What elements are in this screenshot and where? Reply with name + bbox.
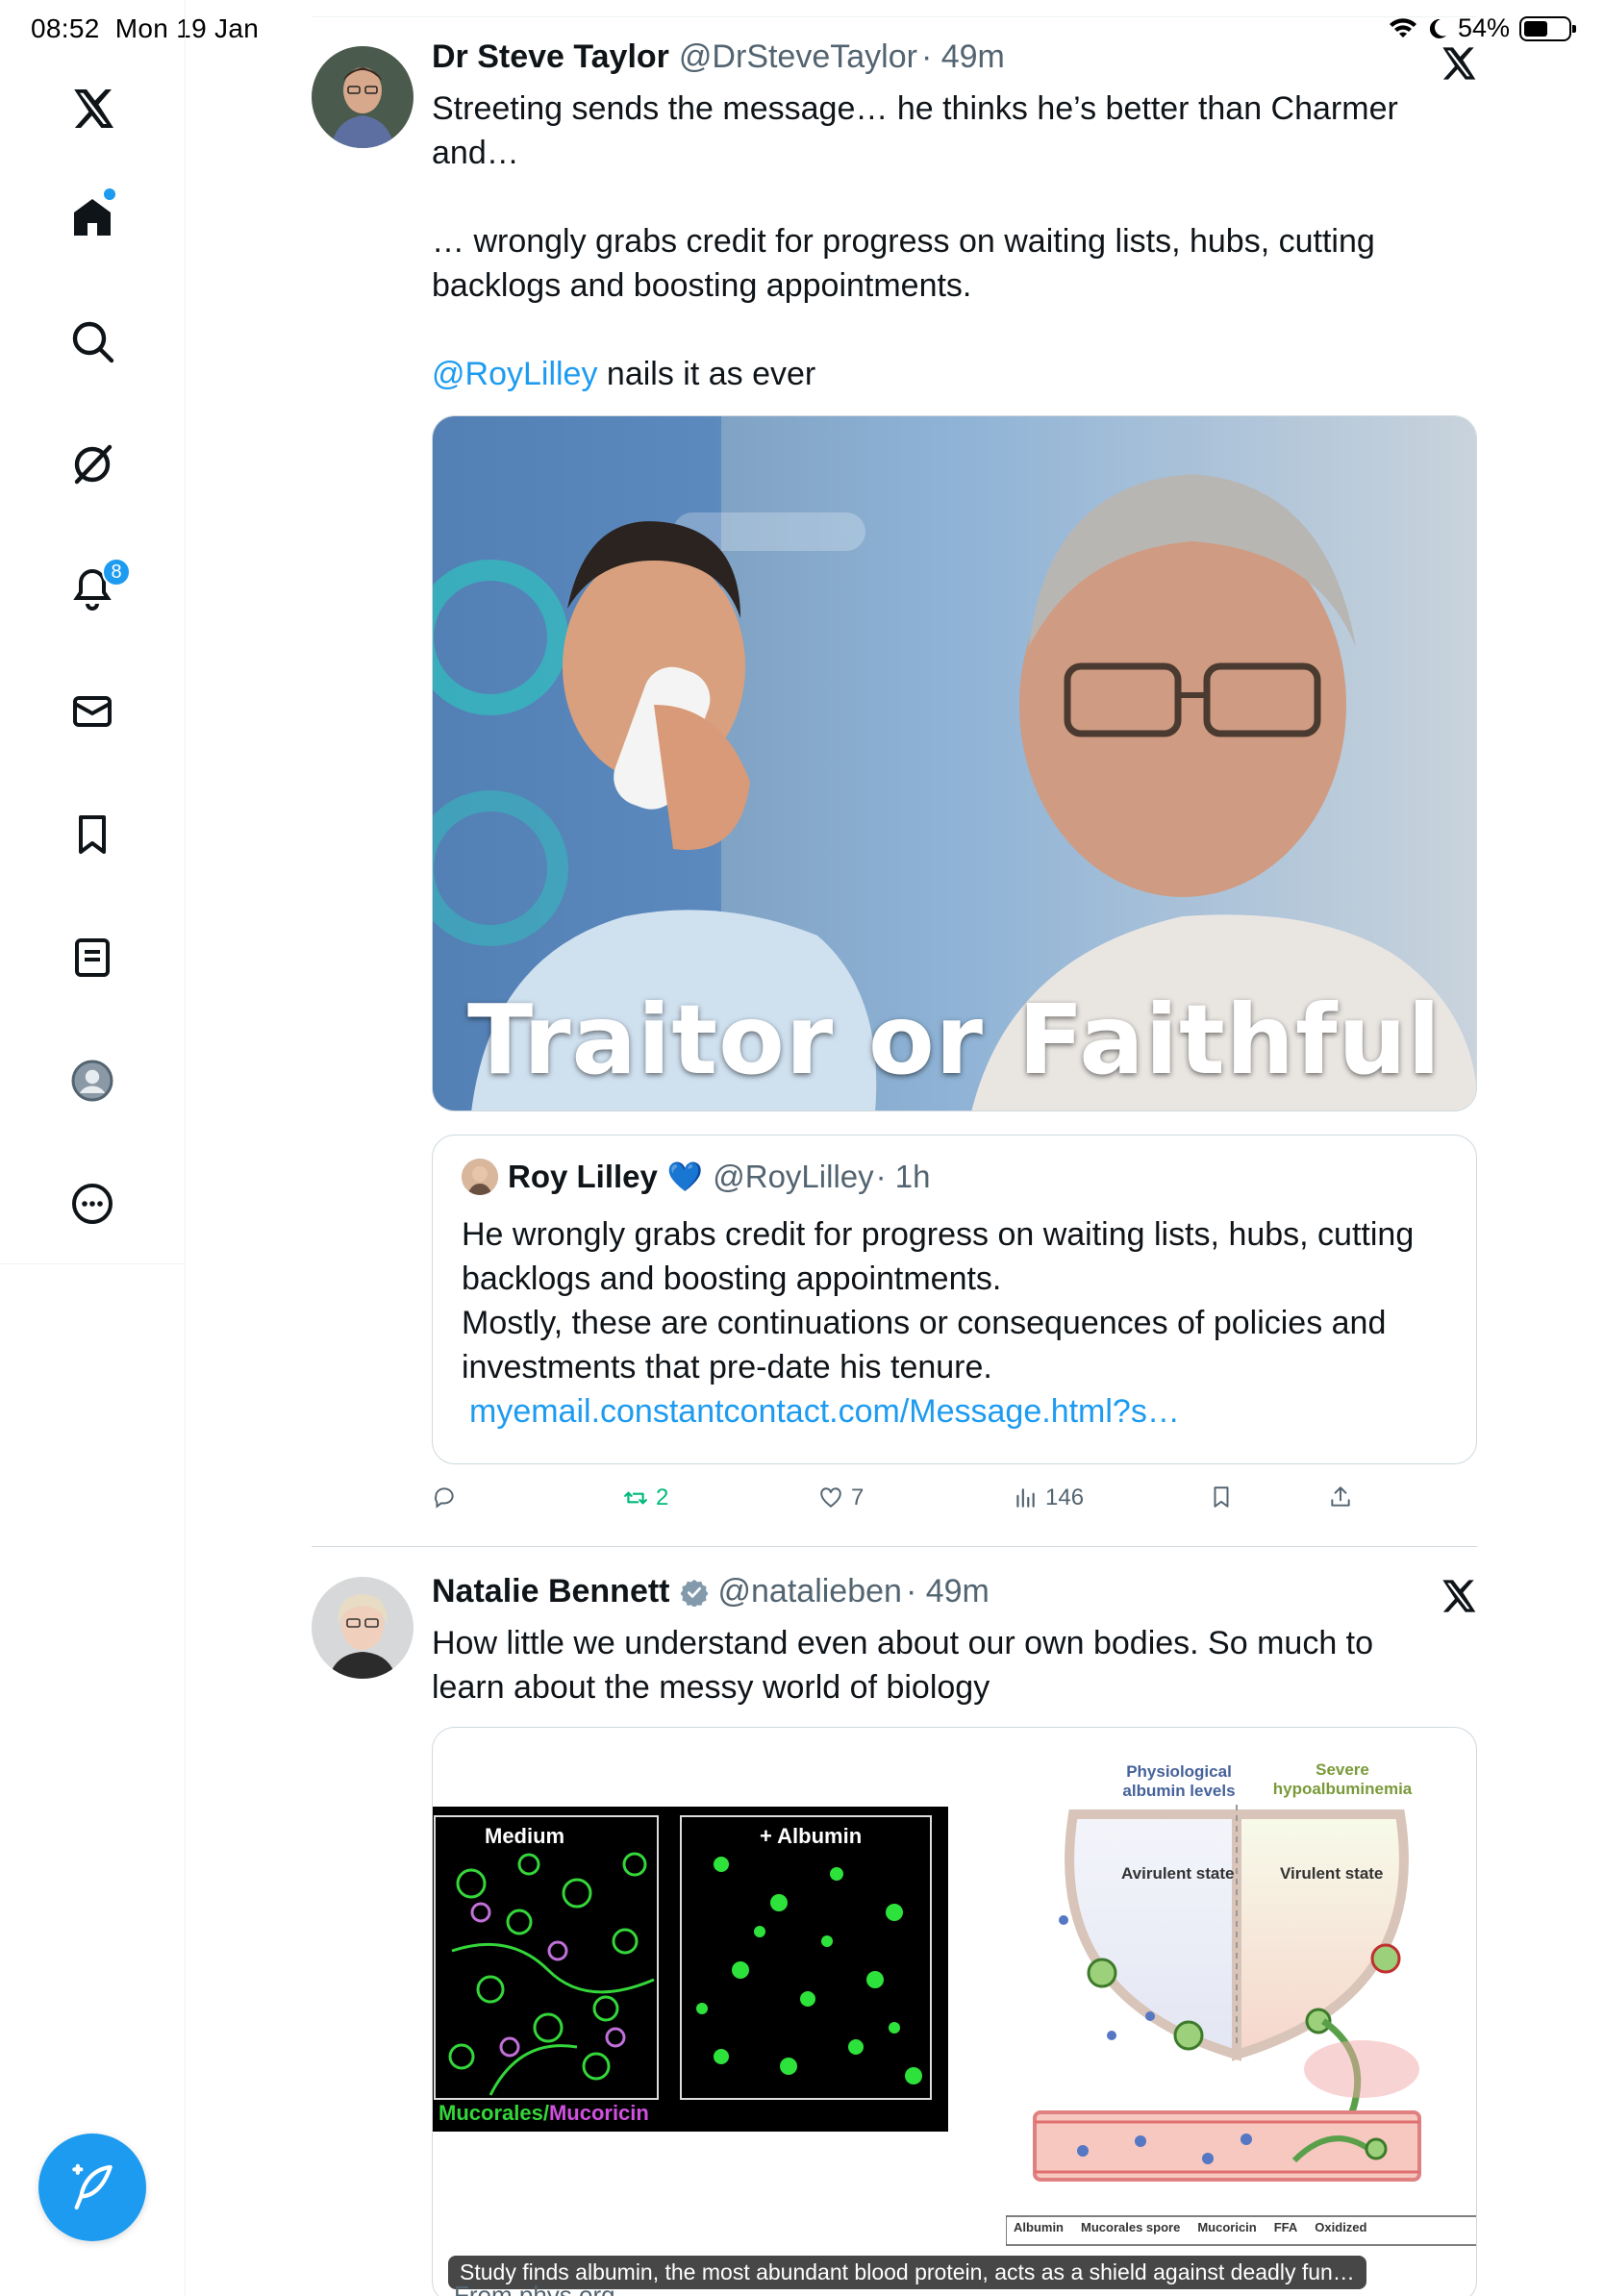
diagram-label-physiological: Physiological albumin levels — [1122, 1762, 1236, 1800]
diagram-label-virulent: Virulent state — [1280, 1864, 1384, 1883]
more-icon[interactable] — [63, 1175, 121, 1233]
card-source[interactable]: From phys.org — [454, 2281, 615, 2296]
compose-button[interactable] — [38, 2134, 146, 2241]
tweet-header: Natalie Bennett @natalieben · 49m — [432, 1573, 990, 1610]
diagram-label-avirulent: Avirulent state — [1121, 1864, 1235, 1883]
battery-icon — [1519, 15, 1576, 41]
author-handle[interactable]: @DrSteveTaylor — [679, 38, 917, 76]
list-icon[interactable] — [63, 929, 121, 986]
tweet-text: Streeting sends the message… he thinks h… — [432, 87, 1451, 396]
bookmark-button[interactable] — [1209, 1485, 1234, 1510]
quote-text-line: Mostly, these are continuations or conse… — [462, 1305, 1387, 1385]
avatar[interactable] — [312, 46, 414, 148]
sidebar-divider — [0, 1263, 186, 1264]
quote-text: He wrongly grabs credit for progress on … — [462, 1212, 1462, 1434]
tweet-time[interactable]: · 49m — [921, 38, 1005, 76]
share-button[interactable] — [1328, 1485, 1353, 1510]
quote-header: Roy Lilley 💙 @RoyLilley · 1h — [462, 1159, 931, 1195]
heart-icon — [820, 1487, 841, 1508]
avatar[interactable] — [312, 1577, 414, 1679]
compose-feather-icon — [72, 2163, 113, 2210]
bookmark-icon — [1214, 1486, 1229, 1508]
panel-footer-mucoricin: Mucoricin — [548, 2101, 649, 2125]
quoted-tweet[interactable]: Roy Lilley 💙 @RoyLilley · 1h He wrongly … — [432, 1135, 1477, 1464]
panel-label-albumin: + Albumin — [760, 1824, 863, 1848]
profile-icon[interactable] — [63, 1052, 121, 1110]
tweet-text: How little we understand even about our … — [432, 1625, 1374, 1706]
panel-footer-mucorales: Mucorales/ — [439, 2101, 549, 2125]
quote-author-name[interactable]: Roy Lilley — [508, 1159, 658, 1195]
notification-badge: 8 — [102, 558, 131, 586]
reply-icon — [435, 1487, 454, 1509]
tweet-image[interactable]: Traitor or Faithful — [432, 415, 1477, 1111]
diagram-label-hypoalbuminemia: Severe hypoalbuminemia — [1272, 1760, 1413, 1798]
x-logo-icon — [1442, 47, 1476, 80]
quote-text-line: He wrongly grabs credit for progress on … — [462, 1216, 1415, 1297]
quote-author-handle[interactable]: @RoyLilley — [713, 1159, 873, 1195]
tweet[interactable]: Natalie Bennett @natalieben · 49m How li… — [312, 1558, 1477, 2296]
like-button[interactable]: 7 — [818, 1485, 864, 1511]
repost-icon — [624, 1491, 647, 1505]
tweet-text-line: Streeting sends the message… he thinks h… — [432, 90, 1398, 171]
diagram-legend: Albumin Mucorales spore Mucoricin FFA Ox… — [1014, 2220, 1366, 2234]
share-icon — [1331, 1486, 1350, 1507]
views-icon — [1016, 1488, 1035, 1508]
quote-avatar[interactable] — [462, 1159, 498, 1195]
tweet-time[interactable]: · 49m — [906, 1573, 990, 1610]
sidebar: 8 — [0, 0, 186, 2296]
author-handle[interactable]: @natalieben — [718, 1573, 902, 1610]
tweet-text-line: nails it as ever — [597, 356, 816, 392]
repost-button[interactable]: 2 — [623, 1485, 668, 1511]
verified-badge-icon — [680, 1579, 708, 1607]
legend-oxidized: Oxidized — [1315, 2220, 1367, 2234]
legend-spore: Mucorales spore — [1081, 2220, 1181, 2234]
x-logo-icon — [1442, 1580, 1476, 1612]
legend-albumin: Albumin — [1014, 2220, 1064, 2234]
author-name[interactable]: Natalie Bennett — [432, 1573, 670, 1610]
home-unread-dot — [104, 188, 115, 200]
tweet-text-line: … wrongly grabs credit for progress on w… — [432, 223, 1375, 304]
mail-icon[interactable] — [63, 683, 121, 740]
quote-link[interactable]: myemail.constantcontact.com/Message.html… — [462, 1389, 1462, 1434]
grok-icon[interactable] — [63, 436, 121, 493]
bookmark-icon[interactable] — [63, 806, 121, 863]
legend-ffa: FFA — [1273, 2220, 1298, 2234]
x-logo-icon[interactable] — [63, 80, 121, 137]
image-overlay-text: Traitor or Faithful — [467, 984, 1441, 1096]
tweet[interactable]: Dr Steve Taylor @DrSteveTaylor · 49m Str… — [312, 0, 1477, 1538]
biology-diagram: Physiological albumin levels Severe hypo… — [1005, 1728, 1476, 2266]
author-name[interactable]: Dr Steve Taylor — [432, 38, 669, 76]
panel-footer: Mucorales/Mucoricin — [439, 2101, 649, 2126]
reply-button[interactable] — [432, 1485, 464, 1510]
tweet-header: Dr Steve Taylor @DrSteveTaylor · 49m — [432, 38, 1005, 76]
quote-time: · 1h — [875, 1159, 931, 1194]
repost-count: 2 — [656, 1485, 669, 1510]
views-button[interactable]: 146 — [1013, 1485, 1084, 1511]
tweet-divider — [312, 1546, 1477, 1547]
tweet-actions: 2 7 146 — [432, 1485, 1355, 1523]
like-count: 7 — [851, 1485, 865, 1510]
microscopy-panel: Medium + Albumin Mucorales/Mucoricin — [433, 1807, 948, 2132]
panel-label-medium: Medium — [485, 1824, 565, 1848]
legend-mucoricin: Mucoricin — [1197, 2220, 1257, 2234]
link-card[interactable]: Medium + Albumin Mucorales/Mucoricin Phy… — [432, 1727, 1477, 2296]
verified-heart-icon: 💙 — [666, 1160, 704, 1193]
search-icon[interactable] — [63, 312, 121, 370]
view-count: 146 — [1045, 1485, 1085, 1510]
mention-link[interactable]: @RoyLilley — [432, 356, 597, 392]
